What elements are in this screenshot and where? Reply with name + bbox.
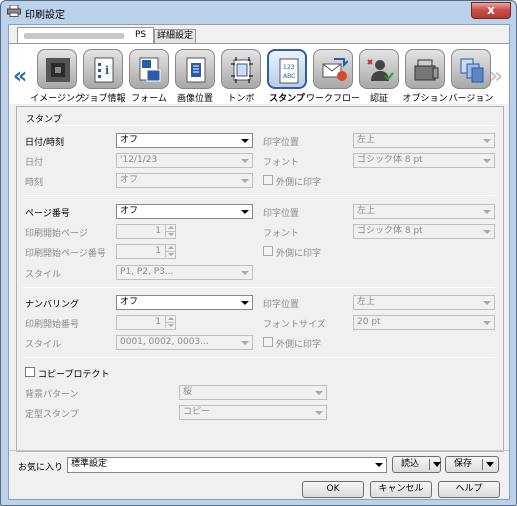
divider	[9, 450, 509, 451]
printer-model-name	[24, 33, 124, 39]
title-bar: 印刷設定 x	[1, 1, 516, 23]
numbering-font-size-label: フォントサイズ	[263, 320, 326, 330]
page-number-font-label: フォント	[263, 229, 300, 239]
job-info-icon: i	[94, 57, 114, 83]
datetime-outside-checkbox[interactable]	[263, 175, 273, 185]
workflow-icon	[322, 58, 348, 81]
datetime-position-select[interactable]: 左上	[353, 133, 495, 148]
scroll-left-arrow[interactable]: «	[13, 66, 27, 88]
page-number-label: ページ番号	[25, 209, 70, 219]
page-number-outside-label: 外側に印字	[276, 249, 322, 259]
tab-ps[interactable]: PS	[17, 27, 154, 43]
numbering-label: ナンバリング	[25, 300, 80, 310]
window-title: 印刷設定	[25, 10, 65, 21]
datetime-font-select[interactable]: ゴシック体 8 pt	[353, 153, 495, 168]
form-icon	[139, 57, 161, 82]
panel-title: スタンプ	[26, 115, 62, 125]
start-page-number-stepper[interactable]: 1	[116, 244, 176, 259]
numbering-outside-checkbox[interactable]	[263, 337, 273, 347]
datetime-select[interactable]: オフ	[116, 133, 253, 148]
numbering-style-label: スタイル	[25, 340, 62, 350]
time-format-select[interactable]: オフ	[116, 173, 253, 188]
numbering-select[interactable]: オフ	[116, 295, 253, 310]
page-style-label: スタイル	[25, 270, 62, 280]
page-number-font-select[interactable]: ゴシック体 8 pt	[353, 224, 495, 239]
background-pattern-select[interactable]: 桜	[179, 385, 327, 400]
datetime-position-label: 印字位置	[263, 138, 300, 148]
dialog-body: PS 詳細設定 « イメージング i ジョブ情報 フォーム 画像位置 トンボ 1…	[8, 24, 512, 503]
tab-detail-settings[interactable]: 詳細設定	[154, 29, 196, 43]
numbering-font-size-select[interactable]: 20 pt	[353, 315, 495, 330]
svg-text:123: 123	[283, 64, 295, 71]
printer-icon	[7, 5, 21, 17]
fixed-stamp-label: 定型スタンプ	[25, 410, 79, 420]
load-button[interactable]: 読込	[392, 456, 441, 473]
page-number-position-select[interactable]: 左上	[353, 204, 495, 219]
date-format-select[interactable]: '12/1/23	[116, 153, 253, 168]
divider	[23, 125, 495, 126]
numbering-position-select[interactable]: 左上	[353, 295, 495, 310]
numbering-position-label: 印字位置	[263, 300, 300, 310]
print-settings-window: 印刷設定 x PS 詳細設定 « イメージング i ジョブ情報 フォーム 画像位…	[0, 0, 517, 506]
favorites-select[interactable]: 標準設定	[67, 457, 387, 473]
cancel-button[interactable]: キャンセル	[370, 481, 432, 498]
divider	[23, 357, 495, 358]
fixed-stamp-select[interactable]: コピー	[179, 405, 327, 420]
date-label: 日付	[25, 158, 44, 168]
tab-ps-label: PS	[135, 30, 147, 40]
copy-protect-label: コピープロテクト	[38, 370, 110, 380]
page-number-outside-checkbox[interactable]	[263, 246, 273, 256]
numbering-outside-label: 外側に印字	[276, 340, 322, 350]
datetime-font-label: フォント	[263, 158, 300, 168]
close-button[interactable]: x	[471, 2, 511, 19]
divider	[23, 287, 495, 288]
save-button[interactable]: 保存	[445, 456, 499, 473]
version-icon	[460, 58, 484, 83]
stamp-panel: スタンプ 日付/時刻 オフ 印字位置 左上 日付 '12/1/23 フォント ゴ…	[16, 106, 504, 452]
image-position-icon	[186, 57, 206, 83]
start-page-stepper[interactable]: 1	[116, 224, 176, 239]
start-page-number-label: 印刷開始ページ番号	[25, 249, 106, 259]
favorites-label: お気に入り	[18, 463, 64, 473]
datetime-label: 日付/時刻	[25, 138, 65, 148]
time-label: 時刻	[25, 178, 44, 188]
datetime-outside-label: 外側に印字	[276, 178, 322, 188]
page-number-position-label: 印字位置	[263, 209, 300, 219]
category-strip: « イメージング i ジョブ情報 フォーム 画像位置 トンボ 123 ABC ス…	[9, 44, 509, 104]
crop-marks-icon	[231, 57, 253, 83]
page-style-select[interactable]: P1, P2, P3...	[116, 265, 253, 280]
category-version[interactable]: バージョン	[447, 49, 495, 104]
authentication-icon	[367, 59, 394, 81]
numbering-style-select[interactable]: 0001, 0002, 0003...	[116, 335, 253, 350]
page-number-select[interactable]: オフ	[116, 204, 253, 219]
start-page-label: 印刷開始ページ	[25, 229, 88, 239]
option-icon	[414, 59, 439, 81]
scroll-right-arrow[interactable]: »	[489, 66, 503, 88]
numbering-start-label: 印刷開始番号	[25, 320, 80, 330]
numbering-start-stepper[interactable]: 1	[116, 315, 176, 330]
ok-button[interactable]: OK	[302, 481, 364, 498]
divider	[23, 195, 495, 196]
imaging-icon	[46, 58, 70, 82]
help-button[interactable]: ヘルプ	[438, 481, 500, 498]
svg-text:i: i	[105, 64, 109, 77]
background-pattern-label: 背景パターン	[25, 390, 79, 400]
resize-grip[interactable]: ⋰	[505, 495, 512, 503]
stamp-icon: 123 ABC	[279, 58, 299, 84]
svg-text:ABC: ABC	[283, 73, 295, 80]
copy-protect-checkbox[interactable]	[25, 367, 35, 377]
